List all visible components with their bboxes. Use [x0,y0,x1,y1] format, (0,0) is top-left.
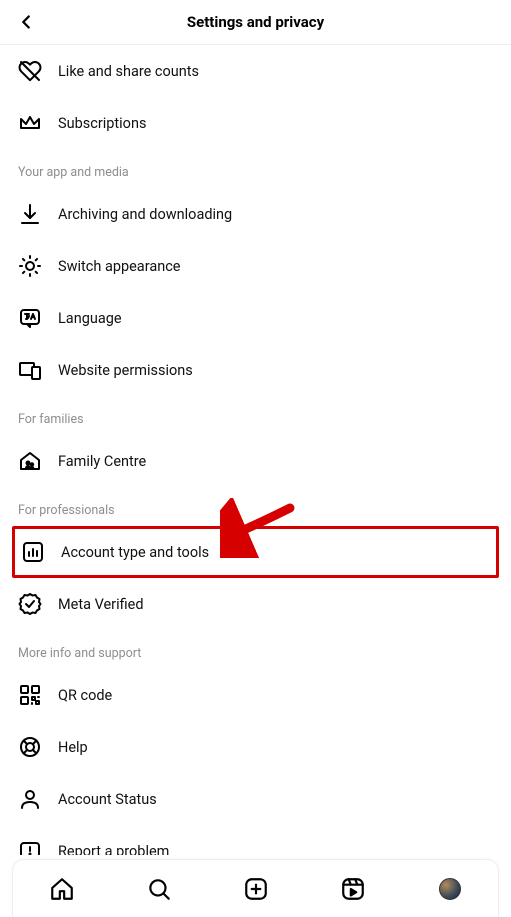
nav-reels[interactable] [339,875,367,903]
family-icon [18,449,42,473]
row-label: Account Status [58,791,157,808]
row-archiving-downloading[interactable]: Archiving and downloading [0,188,511,240]
row-switch-appearance[interactable]: Switch appearance [0,240,511,292]
help-icon [18,735,42,759]
row-qr-code[interactable]: QR code [0,669,511,721]
reels-icon [340,876,366,902]
section-header-professionals: For professionals [0,487,511,526]
report-icon [18,839,42,855]
back-button[interactable] [14,10,38,34]
row-label: Subscriptions [58,115,146,132]
row-label: QR code [58,687,112,704]
row-account-type-tools[interactable]: Account type and tools [15,529,496,575]
crown-icon [18,111,42,135]
bottom-nav [12,859,499,917]
avatar-icon [439,878,461,900]
nav-search[interactable] [145,875,173,903]
row-language[interactable]: Language [0,292,511,344]
row-account-status[interactable]: Account Status [0,773,511,825]
language-icon [18,306,42,330]
row-meta-verified[interactable]: Meta Verified [0,578,511,630]
home-icon [49,876,75,902]
verified-icon [18,592,42,616]
header: Settings and privacy [0,0,511,45]
search-icon [146,876,172,902]
section-header-app-media: Your app and media [0,149,511,188]
section-header-more-info: More info and support [0,630,511,669]
row-help[interactable]: Help [0,721,511,773]
row-label: Language [58,310,122,327]
sun-icon [18,254,42,278]
row-like-share-counts[interactable]: Like and share counts [0,45,511,97]
qrcode-icon [18,683,42,707]
highlight-account-type-tools: Account type and tools [12,526,499,578]
row-label: Website permissions [58,362,193,379]
nav-profile[interactable] [436,875,464,903]
row-label: Archiving and downloading [58,206,232,223]
row-subscriptions[interactable]: Subscriptions [0,97,511,149]
chart-icon [21,540,45,564]
row-report-problem[interactable]: Report a problem [0,825,511,855]
row-label: Like and share counts [58,63,199,80]
row-label: Switch appearance [58,258,181,275]
nav-home[interactable] [48,875,76,903]
download-icon [18,202,42,226]
row-label: Meta Verified [58,596,144,613]
heart-off-icon [18,59,42,83]
row-family-centre[interactable]: Family Centre [0,435,511,487]
row-website-permissions[interactable]: Website permissions [0,344,511,396]
row-label: Report a problem [58,843,169,856]
row-label: Help [58,739,88,756]
section-header-families: For families [0,396,511,435]
row-label: Account type and tools [61,544,209,561]
chevron-left-icon [15,11,37,33]
plus-square-icon [243,876,269,902]
row-label: Family Centre [58,453,146,470]
devices-icon [18,358,42,382]
nav-create[interactable] [242,875,270,903]
page-title: Settings and privacy [0,13,511,31]
settings-list: Like and share counts Subscriptions Your… [0,45,511,855]
account-icon [18,787,42,811]
